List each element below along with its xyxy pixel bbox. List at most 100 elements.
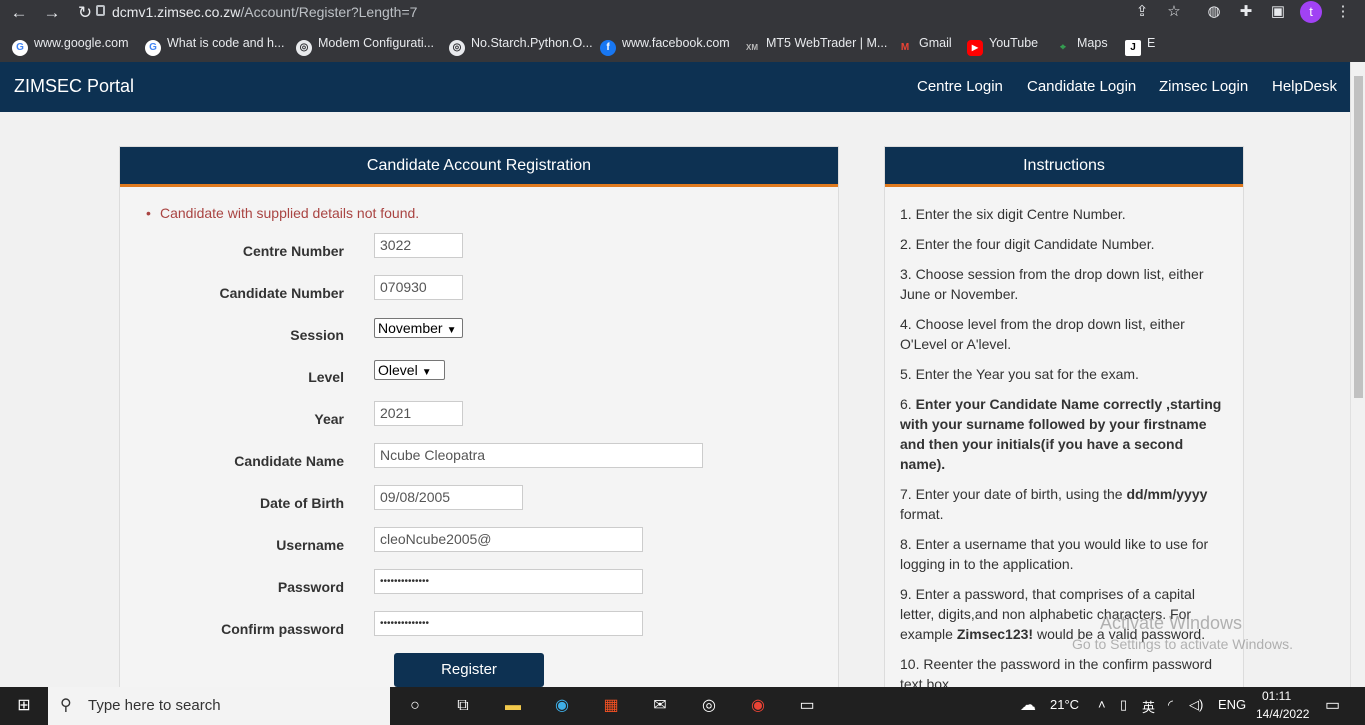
bookmark-nostarch[interactable]: ◎ No.Starch.Python.O...: [449, 34, 593, 56]
registration-panel: Candidate Account Registration Candidate…: [119, 146, 839, 687]
bookmark-google[interactable]: Gwww.google.com: [12, 34, 129, 56]
instructions-panel: Instructions 1. Enter the six digit Cent…: [884, 146, 1244, 687]
reload-icon[interactable]: ↻: [74, 2, 96, 24]
windows-start-icon[interactable]: ⊞: [13, 695, 35, 717]
youtube-icon: ▶: [967, 40, 983, 56]
facebook-icon: f: [600, 40, 616, 56]
instruction-2: 2. Enter the four digit Candidate Number…: [900, 236, 1155, 252]
dob-input[interactable]: 09/08/2005: [374, 485, 523, 510]
chrome-icon[interactable]: ◉: [747, 695, 769, 717]
page-scrollbar[interactable]: [1350, 62, 1365, 687]
level-label: Level: [308, 369, 344, 385]
star-icon[interactable]: ☆: [1164, 2, 1184, 22]
bookmarks-bar: Gwww.google.com G What is code and h... ◎…: [0, 30, 1365, 56]
bookmark-youtube[interactable]: ▶ YouTube: [967, 34, 1038, 56]
nav-centre-login[interactable]: Centre Login: [917, 78, 1003, 95]
notifications-icon[interactable]: ▭: [1325, 695, 1340, 715]
side-panel-icon[interactable]: ▣: [1268, 2, 1288, 22]
xm-icon: XM: [746, 43, 758, 52]
tray-chevron-icon[interactable]: ˄: [1098, 697, 1106, 712]
error-message: Candidate with supplied details not foun…: [146, 205, 419, 221]
centre-number-input[interactable]: 3022: [374, 233, 463, 258]
chevron-down-icon: ▼: [421, 367, 432, 378]
clock-date[interactable]: 14/4/2022: [1256, 707, 1309, 721]
nav-zimsec-login[interactable]: Zimsec Login: [1159, 78, 1248, 95]
edge-icon[interactable]: ◉: [551, 695, 573, 717]
back-icon[interactable]: ←: [8, 2, 30, 24]
extensions-icon[interactable]: ✚: [1236, 2, 1256, 22]
username-input[interactable]: cleoNcube2005@: [374, 527, 643, 552]
chevron-down-icon: ▼: [446, 325, 457, 336]
weather-icon[interactable]: ☁: [1020, 695, 1036, 715]
globe-icon: ◎: [449, 40, 465, 56]
clock-time[interactable]: 01:11: [1262, 689, 1291, 703]
instruction-4: 4. Choose level from the drop down list,…: [900, 316, 1185, 352]
maps-icon: ⌖: [1060, 42, 1066, 53]
register-button[interactable]: Register: [394, 653, 544, 687]
centre-number-label: Centre Number: [242, 243, 344, 259]
google-icon: G: [12, 40, 28, 56]
bookmark-e[interactable]: JE: [1125, 34, 1155, 56]
page-viewport: ZIMSEC Portal Centre Login Candidate Log…: [0, 62, 1350, 687]
nav-candidate-login[interactable]: Candidate Login: [1027, 78, 1136, 95]
bookmark-facebook[interactable]: f www.facebook.com: [600, 34, 730, 56]
candidate-number-input[interactable]: 070930: [374, 275, 463, 300]
menu-kebab-icon[interactable]: ⋮: [1333, 2, 1353, 22]
confirm-password-label: Confirm password: [221, 621, 344, 637]
nav-helpdesk[interactable]: HelpDesk: [1272, 78, 1337, 95]
scrollbar-thumb[interactable]: [1354, 76, 1363, 398]
candidate-name-input[interactable]: Ncube Cleopatra: [374, 443, 703, 468]
battery-icon[interactable]: ▯: [1120, 697, 1127, 713]
language-indicator[interactable]: ENG: [1218, 697, 1246, 712]
lock-icon: [96, 5, 105, 16]
activate-windows-title: Activate Windows: [1100, 613, 1243, 633]
activate-windows-subtitle: Go to Settings to activate Windows.: [1072, 636, 1293, 652]
globe-icon: ◎: [296, 40, 312, 56]
search-icon: ⚲: [60, 697, 72, 714]
store-icon[interactable]: ▦: [600, 695, 622, 717]
bookmark-modem[interactable]: ◎ Modem Configurati...: [296, 34, 434, 56]
media-app-icon[interactable]: ◎: [698, 695, 720, 717]
session-label: Session: [290, 327, 344, 343]
instruction-5: 5. Enter the Year you sat for the exam.: [900, 366, 1139, 382]
session-select[interactable]: November ▼: [374, 318, 463, 338]
username-label: Username: [276, 537, 344, 553]
volume-icon[interactable]: ◁): [1189, 697, 1203, 713]
task-view-icon[interactable]: ⧉: [452, 695, 474, 717]
url-path: /Account/Register?Length=7: [240, 4, 418, 20]
browser-chrome: ← → ↻ dcmv1.zimsec.co.zw/Account/Registe…: [0, 0, 1365, 62]
candidate-name-label: Candidate Name: [234, 453, 344, 469]
file-explorer-icon[interactable]: ▬: [502, 695, 524, 717]
registration-title: Candidate Account Registration: [120, 147, 838, 187]
address-bar[interactable]: dcmv1.zimsec.co.zw/Account/Register?Leng…: [96, 2, 1192, 22]
share-icon[interactable]: ⇪: [1132, 2, 1152, 22]
terminal-icon[interactable]: ▭: [796, 695, 818, 717]
instruction-8: 8. Enter a username that you would like …: [900, 536, 1209, 572]
instructions-title: Instructions: [885, 147, 1243, 187]
candidate-number-label: Candidate Number: [219, 285, 344, 301]
bookmark-maps[interactable]: ⌖ Maps: [1055, 34, 1107, 53]
profile-avatar[interactable]: t: [1300, 1, 1322, 23]
instruction-1: 1. Enter the six digit Centre Number.: [900, 206, 1126, 222]
top-navbar: ZIMSEC Portal Centre Login Candidate Log…: [0, 62, 1350, 112]
search-placeholder: Type here to search: [88, 697, 221, 714]
wifi-icon[interactable]: ◜: [1168, 697, 1173, 713]
ime-icon[interactable]: 英: [1142, 697, 1155, 716]
vpn-globe-icon[interactable]: ◍: [1204, 2, 1224, 22]
confirm-password-input[interactable]: ••••••••••••••: [374, 611, 643, 636]
level-value: Olevel: [378, 362, 418, 378]
taskbar-search[interactable]: ⚲ Type here to search: [48, 687, 390, 725]
bookmark-gmail[interactable]: M Gmail: [897, 34, 952, 53]
url-host: dcmv1.zimsec.co.zw: [112, 4, 241, 20]
brand-title[interactable]: ZIMSEC Portal: [14, 76, 134, 97]
temperature[interactable]: 21°C: [1050, 697, 1079, 712]
cortana-icon[interactable]: ○: [404, 695, 426, 717]
instruction-10: 10. Reenter the password in the confirm …: [900, 656, 1213, 687]
forward-icon[interactable]: →: [41, 2, 63, 24]
level-select[interactable]: Olevel ▼: [374, 360, 445, 380]
bookmark-what-is-code[interactable]: G What is code and h...: [145, 34, 284, 56]
mail-icon[interactable]: ✉: [649, 695, 671, 717]
bookmark-mt5[interactable]: XM MT5 WebTrader | M...: [744, 34, 887, 52]
year-input[interactable]: 2021: [374, 401, 463, 426]
password-input[interactable]: ••••••••••••••: [374, 569, 643, 594]
